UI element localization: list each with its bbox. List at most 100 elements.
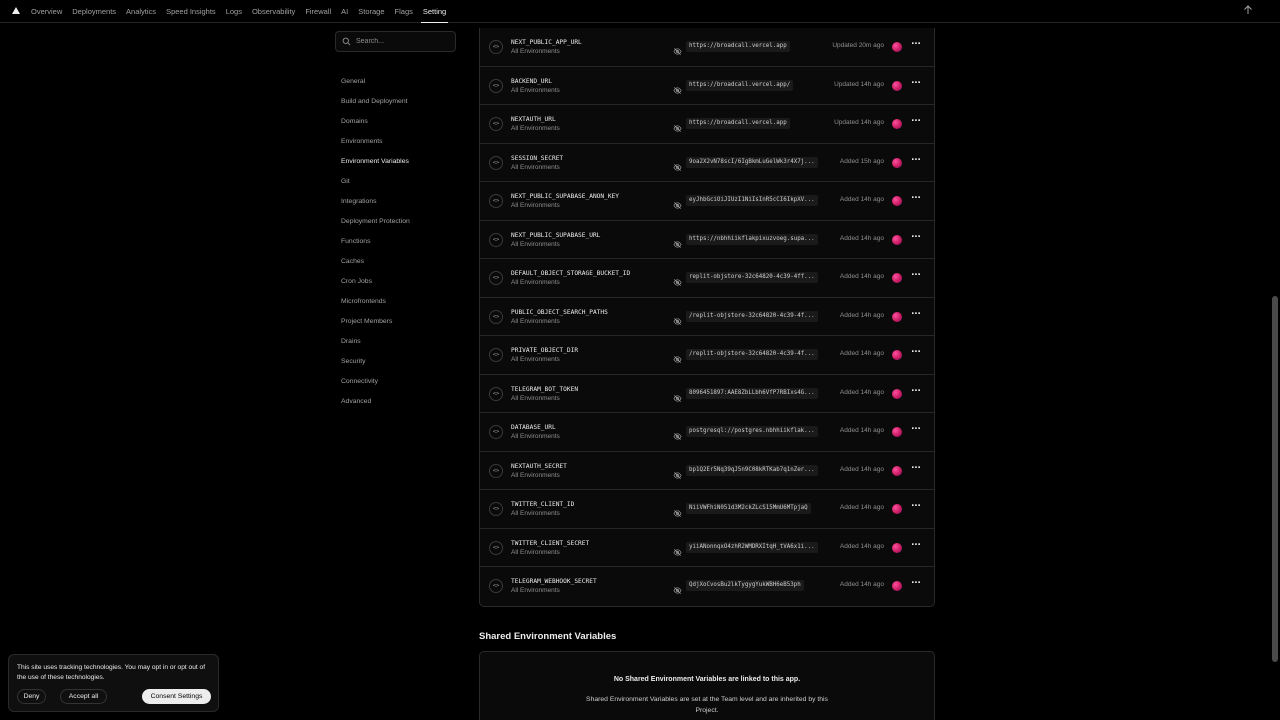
eye-off-icon[interactable]: [673, 159, 682, 171]
eye-off-icon[interactable]: [673, 82, 682, 94]
avatar[interactable]: [892, 273, 902, 283]
tab-overview[interactable]: Overview: [26, 0, 67, 23]
sidebar-item-integrations[interactable]: Integrations: [341, 192, 410, 212]
avatar[interactable]: [892, 196, 902, 206]
env-var-value[interactable]: yiiANonnqxO4zhR2WMDRXItqH_tVA6x1i...: [686, 541, 818, 553]
sidebar-item-domains[interactable]: Domains: [341, 112, 410, 132]
sidebar-item-caches[interactable]: Caches: [341, 252, 410, 272]
sidebar-item-deployment-protection[interactable]: Deployment Protection: [341, 212, 410, 232]
tab-setting[interactable]: Setting: [418, 0, 451, 23]
env-var-row[interactable]: <> TWITTER_CLIENT_SECRET All Environments y…: [480, 529, 934, 567]
env-var-row[interactable]: <> TWITTER_CLIENT_ID All Environments NiiVW…: [480, 490, 934, 529]
env-var-row[interactable]: <> PUBLIC_OBJECT_SEARCH_PATHS All Environm…: [480, 298, 934, 336]
env-var-row[interactable]: <> BACKEND_URL All Environments https://bro…: [480, 67, 934, 105]
avatar[interactable]: [892, 388, 902, 399]
sidebar-item-advanced[interactable]: Advanced: [341, 392, 410, 412]
sidebar-item-project-members[interactable]: Project Members: [341, 312, 410, 332]
sidebar-item-environments[interactable]: Environments: [341, 132, 410, 152]
scrollbar[interactable]: [1272, 296, 1278, 662]
arrow-up-icon[interactable]: [1242, 5, 1254, 17]
env-var-value[interactable]: bp1Q2Er5Nq39qJ5n9C08kRTKab7q1nZer...: [686, 464, 818, 476]
vercel-logo-icon[interactable]: [12, 7, 20, 14]
more-options-icon[interactable]: ···: [909, 154, 923, 170]
eye-off-icon[interactable]: [673, 43, 682, 55]
more-options-icon[interactable]: ···: [909, 501, 923, 516]
more-options-icon[interactable]: ···: [909, 462, 923, 478]
deny-button[interactable]: Deny: [17, 689, 46, 704]
env-var-row[interactable]: <> NEXT_PUBLIC_APP_URL All Environments htt…: [480, 28, 934, 67]
env-var-value[interactable]: https://broadcall.vercel.app: [686, 118, 790, 129]
more-options-icon[interactable]: ···: [909, 39, 923, 54]
eye-off-icon[interactable]: [673, 274, 682, 286]
more-options-icon[interactable]: ···: [909, 578, 923, 593]
env-var-row[interactable]: <> DATABASE_URL All Environments postgresql…: [480, 413, 934, 452]
avatar[interactable]: [892, 542, 902, 553]
env-var-row[interactable]: <> NEXT_PUBLIC_SUPABASE_ANON_KEY All Envir…: [480, 182, 934, 221]
env-var-value[interactable]: 9oa2X2vN78scI/6IgBkmLuGelWk3r4X7j...: [686, 156, 818, 168]
more-options-icon[interactable]: ···: [909, 347, 923, 362]
accept-all-button[interactable]: Accept all: [60, 689, 107, 704]
more-options-icon[interactable]: ···: [909, 424, 923, 439]
more-options-icon[interactable]: ···: [909, 231, 923, 247]
env-var-row[interactable]: <> DEFAULT_OBJECT_STORAGE_BUCKET_ID All En…: [480, 259, 934, 298]
eye-off-icon[interactable]: [673, 582, 682, 594]
sidebar-item-git[interactable]: Git: [341, 172, 410, 192]
avatar[interactable]: [892, 42, 902, 52]
more-options-icon[interactable]: ···: [909, 270, 923, 285]
env-var-row[interactable]: <> TELEGRAM_WEBHOOK_SECRET All Environment…: [480, 567, 934, 606]
tab-analytics[interactable]: Analytics: [121, 0, 161, 23]
tab-observability[interactable]: Observability: [247, 0, 300, 23]
eye-off-icon[interactable]: [673, 390, 682, 402]
avatar[interactable]: [892, 581, 902, 591]
env-var-row[interactable]: <> SESSION_SECRET All Environments 9oa2X2vN…: [480, 144, 934, 182]
sidebar-item-microfrontends[interactable]: Microfrontends: [341, 292, 410, 312]
tab-flags[interactable]: Flags: [390, 0, 418, 23]
more-options-icon[interactable]: ···: [909, 77, 923, 93]
env-var-value[interactable]: https://broadcall.vercel.app: [686, 41, 790, 52]
sidebar-item-environment-variables[interactable]: Environment Variables: [341, 152, 410, 172]
sidebar-item-functions[interactable]: Functions: [341, 232, 410, 252]
avatar[interactable]: [892, 427, 902, 437]
search-input[interactable]: [356, 38, 446, 45]
env-var-value[interactable]: postgresql://postgres.nbhhiikflak...: [686, 426, 818, 437]
more-options-icon[interactable]: ···: [909, 539, 923, 555]
tab-speed-insights[interactable]: Speed Insights: [161, 0, 221, 23]
env-var-value[interactable]: replit-objstore-32c64820-4c39-4ff...: [686, 272, 818, 283]
consent-settings-button[interactable]: Consent Settings: [142, 689, 211, 704]
env-var-row[interactable]: <> NEXT_PUBLIC_SUPABASE_URL All Environmen…: [480, 221, 934, 259]
tab-deployments[interactable]: Deployments: [67, 0, 121, 23]
tab-logs[interactable]: Logs: [221, 0, 247, 23]
env-var-value[interactable]: /replit-objstore-32c64820-4c39-4f...: [686, 349, 818, 360]
avatar[interactable]: [892, 311, 902, 322]
sidebar-item-drains[interactable]: Drains: [341, 332, 410, 352]
avatar[interactable]: [892, 119, 902, 129]
search-box[interactable]: [335, 31, 456, 52]
eye-off-icon[interactable]: [673, 120, 682, 132]
avatar[interactable]: [892, 350, 902, 360]
env-var-row[interactable]: <> TELEGRAM_BOT_TOKEN All Environments 8096…: [480, 375, 934, 413]
eye-off-icon[interactable]: [673, 313, 682, 325]
tab-ai[interactable]: AI: [336, 0, 353, 23]
more-options-icon[interactable]: ···: [909, 308, 923, 324]
tab-storage[interactable]: Storage: [353, 0, 389, 23]
env-var-value[interactable]: /replit-objstore-32c64820-4c39-4f...: [686, 310, 818, 322]
env-var-row[interactable]: <> NEXTAUTH_URL All Environments https://br…: [480, 105, 934, 144]
env-var-value[interactable]: eyJhbGciOiJIUzI1NiIsInR5cCI6IkpXV...: [686, 195, 818, 206]
more-options-icon[interactable]: ···: [909, 385, 923, 401]
sidebar-item-cron-jobs[interactable]: Cron Jobs: [341, 272, 410, 292]
avatar[interactable]: [892, 80, 902, 91]
eye-off-icon[interactable]: [673, 236, 682, 248]
env-var-value[interactable]: https://broadcall.vercel.app/: [686, 79, 794, 91]
more-options-icon[interactable]: ···: [909, 116, 923, 131]
eye-off-icon[interactable]: [673, 197, 682, 209]
env-var-value[interactable]: https://nbhhiikflakpixuzvoeg.supa...: [686, 233, 818, 245]
env-var-value[interactable]: 8096451897:AAE8ZbLLbh6VfP7RBIxs4G...: [686, 387, 818, 399]
avatar[interactable]: [892, 234, 902, 245]
env-var-row[interactable]: <> PRIVATE_OBJECT_DIR All Environments/rep…: [480, 336, 934, 375]
sidebar-item-general[interactable]: General: [341, 72, 410, 92]
tab-firewall[interactable]: Firewall: [300, 0, 336, 23]
more-options-icon[interactable]: ···: [909, 193, 923, 208]
sidebar-item-build-and-deployment[interactable]: Build and Deployment: [341, 92, 410, 112]
eye-off-icon[interactable]: [673, 351, 682, 363]
sidebar-item-security[interactable]: Security: [341, 352, 410, 372]
